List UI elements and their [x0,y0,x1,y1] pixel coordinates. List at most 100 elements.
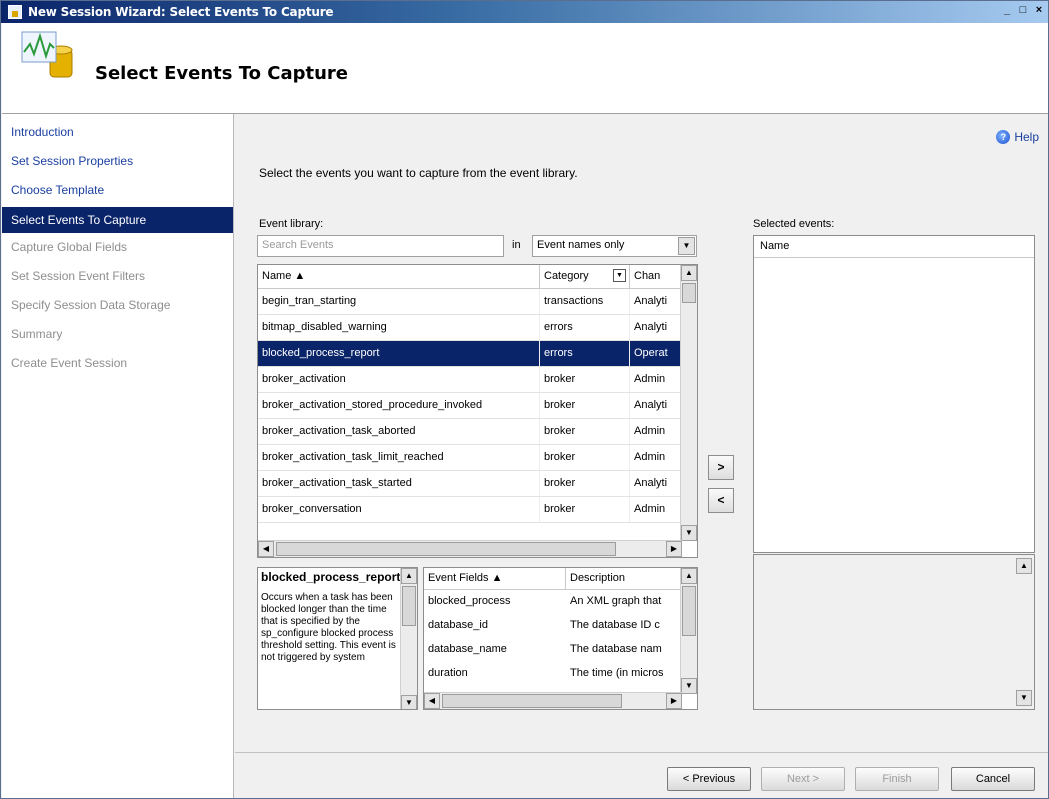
sidebar-item-select-events[interactable]: Select Events To Capture [2,207,233,233]
list-item[interactable]: database_id The database ID c [424,614,697,638]
column-header-event-fields[interactable]: Event Fields ▲ [424,568,566,589]
selected-event-description-panel: ▲ ▼ [753,554,1035,710]
event-channel-cell: Analyti [630,289,682,314]
scroll-up-icon[interactable]: ▲ [681,568,697,584]
event-name-cell: broker_activation_task_aborted [258,419,540,444]
column-header-channel[interactable]: Chan [630,265,682,288]
list-item[interactable]: blocked_process An XML graph that [424,590,697,614]
table-row[interactable]: broker_activation_task_started broker An… [258,471,697,497]
event-library-label: Event library: [259,218,324,230]
scroll-down-icon[interactable]: ▼ [401,695,417,709]
page-title: Select Events To Capture [95,63,348,84]
sidebar-item-capture-global-fields: Capture Global Fields [11,240,128,254]
scroll-up-icon[interactable]: ▲ [401,568,417,584]
sidebar-item-introduction[interactable]: Introduction [2,118,233,147]
event-library-vertical-scrollbar[interactable]: ▲ ▼ [680,265,697,541]
scroll-left-icon[interactable]: ◀ [258,541,274,557]
scroll-right-icon[interactable]: ▶ [666,541,682,557]
sidebar-item-summary: Summary [11,327,63,341]
event-category-cell: errors [540,315,630,340]
event-name-cell: bitmap_disabled_warning [258,315,540,340]
event-name-cell: broker_activation_task_limit_reached [258,445,540,470]
table-row[interactable]: broker_activation_task_limit_reached bro… [258,445,697,471]
event-channel-cell: Admin [630,497,682,522]
sidebar-item-set-session-event-filters: Set Session Event Filters [11,269,146,283]
table-row[interactable]: broker_activation_task_aborted broker Ad… [258,419,697,445]
in-label: in [512,239,521,251]
event-name-cell: broker_conversation [258,497,540,522]
filter-icon[interactable]: ▼ [613,269,626,282]
field-name-cell: blocked_process [428,595,511,607]
previous-button[interactable]: < Previous [667,767,751,791]
scroll-thumb[interactable] [682,283,696,303]
minimize-icon[interactable]: _ [1000,4,1014,18]
event-channel-cell: Operat [630,341,682,366]
event-category-cell: broker [540,367,630,392]
event-channel-cell: Admin [630,419,682,444]
add-event-button[interactable]: > [708,455,734,480]
event-description-panel: blocked_process_report Occurs when a tas… [257,567,418,710]
field-description-cell: The database nam [570,643,662,655]
list-item[interactable]: database_name The database nam [424,638,697,662]
scroll-left-icon[interactable]: ◀ [424,693,440,709]
event-channel-cell: Admin [630,367,682,392]
scroll-down-icon[interactable]: ▼ [681,525,697,541]
event-name-cell: broker_activation [258,367,540,392]
finish-button[interactable]: Finish [855,767,939,791]
scroll-right-icon[interactable]: ▶ [666,693,682,709]
column-header-selected-name[interactable]: Name [754,236,1034,258]
field-name-cell: duration [428,667,468,679]
remove-event-button[interactable]: < [708,488,734,513]
event-category-cell: broker [540,419,630,444]
scroll-thumb[interactable] [682,586,696,636]
field-description-cell: The time (in micros [570,667,664,679]
fields-vertical-scrollbar[interactable]: ▲ ▼ [680,568,697,694]
column-header-description[interactable]: Description [566,568,681,589]
scroll-up-icon[interactable]: ▲ [1016,558,1032,574]
scroll-thumb[interactable] [402,586,416,626]
fields-horizontal-scrollbar[interactable]: ◀ ▶ [424,692,682,709]
help-icon: ? [996,130,1011,144]
list-item[interactable]: duration The time (in micros [424,662,697,686]
sidebar-item-set-session-properties[interactable]: Set Session Properties [2,147,233,176]
scroll-down-icon[interactable]: ▼ [681,678,697,694]
close-icon[interactable]: × [1032,4,1046,18]
event-category-cell: transactions [540,289,630,314]
scroll-down-icon[interactable]: ▼ [1016,690,1032,706]
scroll-up-icon[interactable]: ▲ [681,265,697,281]
title-bar[interactable]: New Session Wizard: Select Events To Cap… [1,1,1048,23]
scroll-thumb[interactable] [276,542,616,556]
table-row[interactable]: begin_tran_starting transactions Analyti [258,289,697,315]
event-channel-cell: Admin [630,445,682,470]
event-library-horizontal-scrollbar[interactable]: ◀ ▶ [258,540,682,557]
table-row-selected[interactable]: blocked_process_report errors Operat [258,341,697,367]
table-row[interactable]: broker_conversation broker Admin [258,497,697,523]
event-channel-cell: Analyti [630,315,682,340]
description-scrollbar[interactable]: ▲ ▼ [400,568,417,709]
field-name-cell: database_id [428,619,488,631]
search-scope-value: Event names only [537,239,625,251]
event-library-grid: Name ▲ Category ▼ Chan begin_tran_starti… [257,264,698,558]
search-events-input[interactable]: Search Events [257,235,504,257]
table-row[interactable]: broker_activation_stored_procedure_invok… [258,393,697,419]
event-name-cell: broker_activation_task_started [258,471,540,496]
scroll-thumb[interactable] [442,694,622,708]
cancel-button[interactable]: Cancel [951,767,1035,791]
column-header-name[interactable]: Name ▲ [258,265,540,288]
event-fields-header: Event Fields ▲ Description [424,568,697,590]
event-name-cell: broker_activation_stored_procedure_invok… [258,393,540,418]
table-row[interactable]: broker_activation broker Admin [258,367,697,393]
maximize-icon[interactable]: □ [1016,4,1030,18]
field-name-cell: database_name [428,643,507,655]
help-link[interactable]: ? Help [996,130,1039,144]
chevron-down-icon[interactable]: ▼ [678,237,695,255]
search-scope-dropdown[interactable]: Event names only ▼ [532,235,697,257]
event-category-cell: broker [540,445,630,470]
event-session-logo-icon [21,31,73,78]
event-name-cell: blocked_process_report [258,341,540,366]
column-header-category[interactable]: Category ▼ [540,265,630,288]
next-button[interactable]: Next > [761,767,845,791]
table-row[interactable]: bitmap_disabled_warning errors Analyti [258,315,697,341]
selected-events-grid[interactable]: Name [753,235,1035,553]
sidebar-item-choose-template[interactable]: Choose Template [2,176,233,205]
